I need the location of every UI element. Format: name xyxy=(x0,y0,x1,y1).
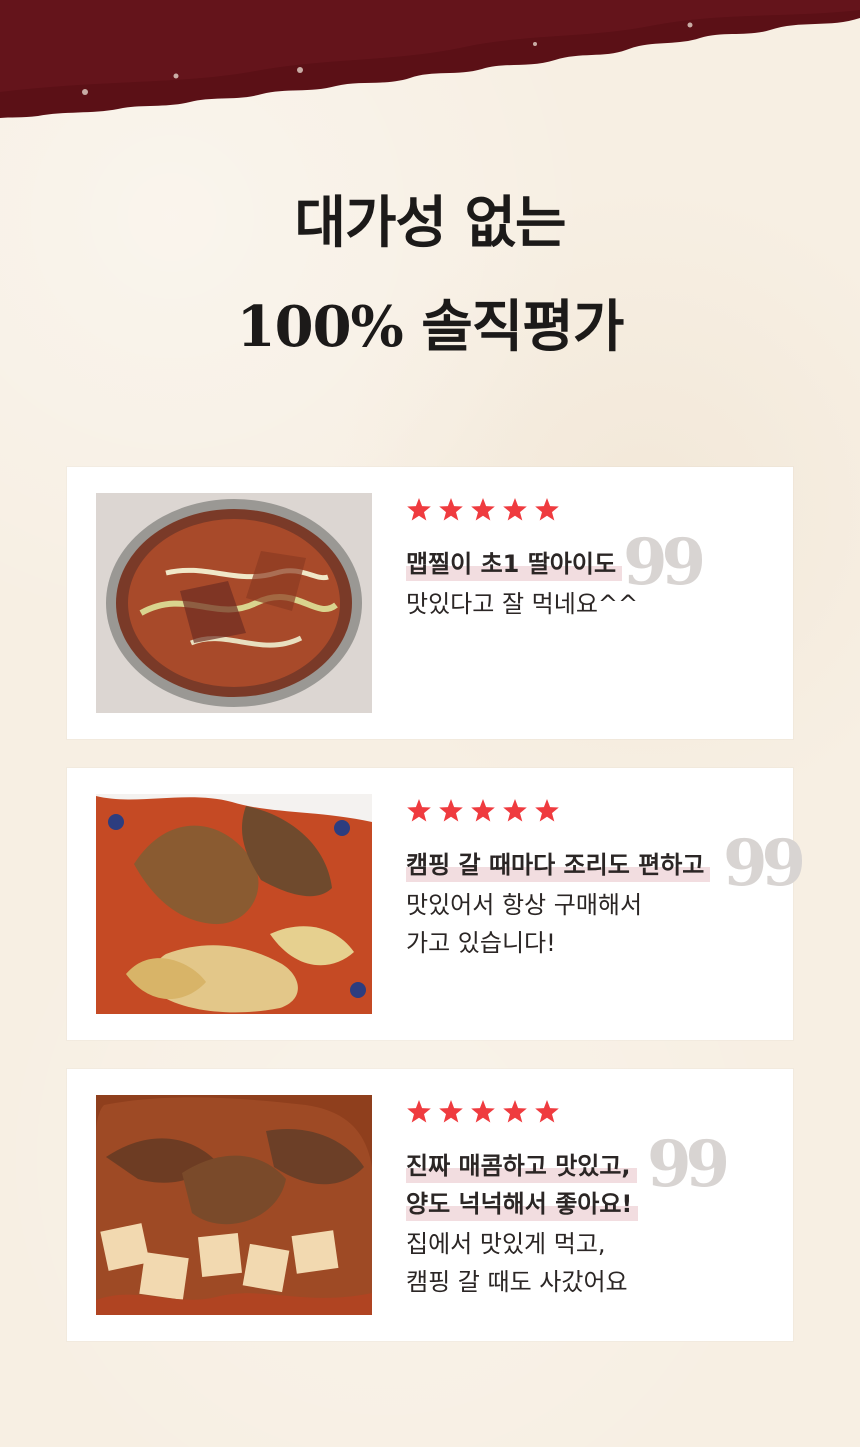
review-headline-1: 진짜 매콤하고 맛있고, xyxy=(406,1149,637,1183)
review-card: 99 진짜 매콤하고 맛있고, 양도 넉넉해서 좋아요! 집에서 맛있게 먹고,… xyxy=(67,1069,793,1341)
review-description-2: 캠핑 갈 때도 사갔어요 xyxy=(406,1268,628,1296)
brush-stroke-decoration xyxy=(0,0,860,118)
review-photo xyxy=(96,794,372,1014)
quote-icon: 99 xyxy=(647,1127,730,1202)
review-headline-2: 양도 넉넉해서 좋아요! xyxy=(406,1187,639,1221)
review-photo xyxy=(96,493,372,713)
review-description-1: 집에서 맛있게 먹고, xyxy=(406,1230,606,1258)
review-description-1: 맛있어서 항상 구매해서 xyxy=(406,891,643,919)
review-headline-1: 맵찔이 초1 딸아이도 xyxy=(406,547,623,581)
review-photo xyxy=(96,1095,372,1315)
page-title-line-1: 대가성 없는 xyxy=(294,190,566,256)
review-description-2: 가고 있습니다! xyxy=(406,929,556,957)
star-rating xyxy=(406,1099,566,1125)
page-title-line-2: 100% 솔직평가 xyxy=(236,294,625,360)
star-rating xyxy=(406,798,566,824)
review-card: 99 맵찔이 초1 딸아이도 맛있다고 잘 먹네요^^ xyxy=(67,467,793,739)
review-headline-1: 캠핑 갈 때마다 조리도 편하고 xyxy=(406,848,711,882)
star-rating xyxy=(406,497,566,523)
quote-icon: 99 xyxy=(723,826,806,901)
review-card: 99 캠핑 갈 때마다 조리도 편하고 맛있어서 항상 구매해서 가고 있습니다… xyxy=(67,768,806,1040)
review-description-1: 맛있다고 잘 먹네요^^ xyxy=(406,590,639,618)
